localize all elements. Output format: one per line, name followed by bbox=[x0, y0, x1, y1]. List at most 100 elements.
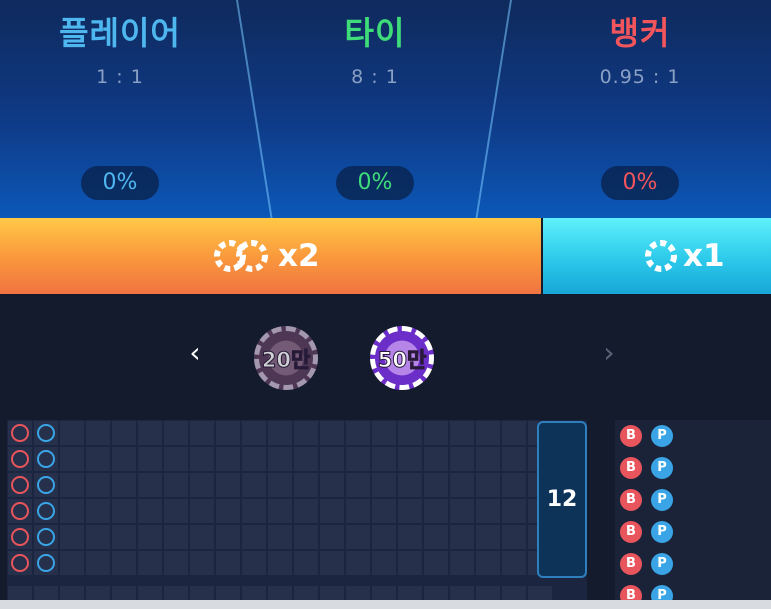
player-predict-icon[interactable]: P bbox=[651, 553, 673, 575]
road-cell bbox=[164, 447, 188, 471]
multiplier-x1-button[interactable]: x1 bbox=[543, 218, 771, 294]
bet-percent-player: 0% bbox=[81, 166, 159, 200]
road-cell bbox=[268, 551, 292, 575]
road-cell bbox=[216, 447, 240, 471]
player-ring-icon bbox=[37, 528, 55, 546]
prediction-panel: BPBPBPBPBPBP bbox=[615, 420, 771, 609]
banker-predict-icon[interactable]: B bbox=[620, 553, 642, 575]
road-cell bbox=[476, 447, 500, 471]
bead-road-grid bbox=[7, 420, 587, 609]
banker-predict-icon[interactable]: B bbox=[620, 489, 642, 511]
road-cell bbox=[242, 447, 266, 471]
road-cell bbox=[320, 499, 344, 523]
road-cell bbox=[216, 499, 240, 523]
road-cell bbox=[398, 421, 422, 445]
road-cell bbox=[190, 551, 214, 575]
road-cell bbox=[346, 473, 370, 497]
road-cell bbox=[346, 525, 370, 549]
bet-odds-banker: 0.95 : 1 bbox=[599, 66, 681, 88]
road-cell bbox=[346, 447, 370, 471]
road-cell bbox=[398, 499, 422, 523]
road-cell bbox=[268, 499, 292, 523]
road-cell bbox=[216, 421, 240, 445]
road-cell bbox=[216, 525, 240, 549]
road-cell bbox=[398, 551, 422, 575]
road-cell bbox=[320, 447, 344, 471]
player-predict-icon[interactable]: P bbox=[651, 489, 673, 511]
road-cell bbox=[450, 447, 474, 471]
chip-icon bbox=[645, 240, 677, 272]
road-cell bbox=[502, 525, 526, 549]
chip-20man[interactable]: 20만 bbox=[254, 326, 318, 390]
road-cell bbox=[138, 473, 162, 497]
road-cell bbox=[164, 499, 188, 523]
player-predict-icon[interactable]: P bbox=[651, 425, 673, 447]
player-ring-icon bbox=[37, 502, 55, 520]
road-cell bbox=[476, 551, 500, 575]
road-cell bbox=[424, 499, 448, 523]
chip-50man[interactable]: 50만 bbox=[370, 326, 434, 390]
road-cell bbox=[112, 421, 136, 445]
road-cell bbox=[242, 499, 266, 523]
player-predict-icon[interactable]: P bbox=[651, 457, 673, 479]
bet-title-tie: 타이 bbox=[344, 14, 406, 52]
banker-predict-icon[interactable]: B bbox=[620, 457, 642, 479]
road-cell bbox=[424, 551, 448, 575]
banker-ring-icon bbox=[11, 476, 29, 494]
bet-percent-banker: 0% bbox=[601, 166, 679, 200]
road-cell bbox=[476, 525, 500, 549]
road-cell bbox=[164, 551, 188, 575]
chip-50man-label: 50만 bbox=[377, 348, 427, 373]
banker-ring-icon bbox=[11, 502, 29, 520]
player-ring-icon bbox=[37, 554, 55, 572]
road-cell bbox=[424, 447, 448, 471]
road-cell bbox=[138, 525, 162, 549]
bet-zone-player[interactable]: 플레이어 1 : 1 0% bbox=[0, 0, 240, 218]
road-cell bbox=[502, 551, 526, 575]
banker-predict-icon[interactable]: B bbox=[620, 521, 642, 543]
road-cell bbox=[372, 499, 396, 523]
banker-ring-icon bbox=[11, 528, 29, 546]
road-cell bbox=[346, 421, 370, 445]
road-cell bbox=[60, 447, 84, 471]
road-cell bbox=[372, 551, 396, 575]
road-cell bbox=[268, 421, 292, 445]
road-cell bbox=[294, 473, 318, 497]
banker-ring-icon bbox=[11, 424, 29, 442]
road-cell bbox=[112, 499, 136, 523]
road-cell bbox=[320, 421, 344, 445]
chevron-left-icon[interactable]: ‹ bbox=[180, 336, 210, 369]
road-cell bbox=[502, 499, 526, 523]
bet-zones: 플레이어 1 : 1 0% 타이 8 : 1 0% 뱅커 0.95 : 1 0% bbox=[0, 0, 771, 218]
road-cell bbox=[502, 421, 526, 445]
road-cell bbox=[372, 447, 396, 471]
bet-title-player: 플레이어 bbox=[59, 14, 181, 52]
road-cell bbox=[398, 447, 422, 471]
bet-zone-tie[interactable]: 타이 8 : 1 0% bbox=[255, 0, 495, 218]
road-cell bbox=[294, 525, 318, 549]
bottom-bar bbox=[0, 600, 771, 609]
road-cell bbox=[138, 551, 162, 575]
road-cell bbox=[424, 473, 448, 497]
road-cell bbox=[372, 525, 396, 549]
bet-zone-banker[interactable]: 뱅커 0.95 : 1 0% bbox=[520, 0, 760, 218]
road-cell bbox=[216, 473, 240, 497]
road-cell bbox=[268, 447, 292, 471]
player-ring-icon bbox=[37, 476, 55, 494]
chevron-right-icon[interactable]: › bbox=[594, 336, 624, 369]
bet-title-banker: 뱅커 bbox=[609, 14, 671, 52]
road-cell bbox=[164, 525, 188, 549]
multiplier-x2-content: x2 bbox=[212, 218, 320, 294]
multiplier-x2-button[interactable]: x2 bbox=[0, 218, 541, 294]
bet-odds-player: 1 : 1 bbox=[96, 66, 144, 88]
road-cell bbox=[190, 421, 214, 445]
road-cell bbox=[242, 525, 266, 549]
multiplier-x1-label: x1 bbox=[683, 238, 725, 274]
road-cell bbox=[476, 473, 500, 497]
road-cell bbox=[86, 447, 110, 471]
road-cell bbox=[294, 421, 318, 445]
bet-percent-tie: 0% bbox=[336, 166, 414, 200]
banker-predict-icon[interactable]: B bbox=[620, 425, 642, 447]
player-predict-icon[interactable]: P bbox=[651, 521, 673, 543]
banker-ring-icon bbox=[11, 554, 29, 572]
